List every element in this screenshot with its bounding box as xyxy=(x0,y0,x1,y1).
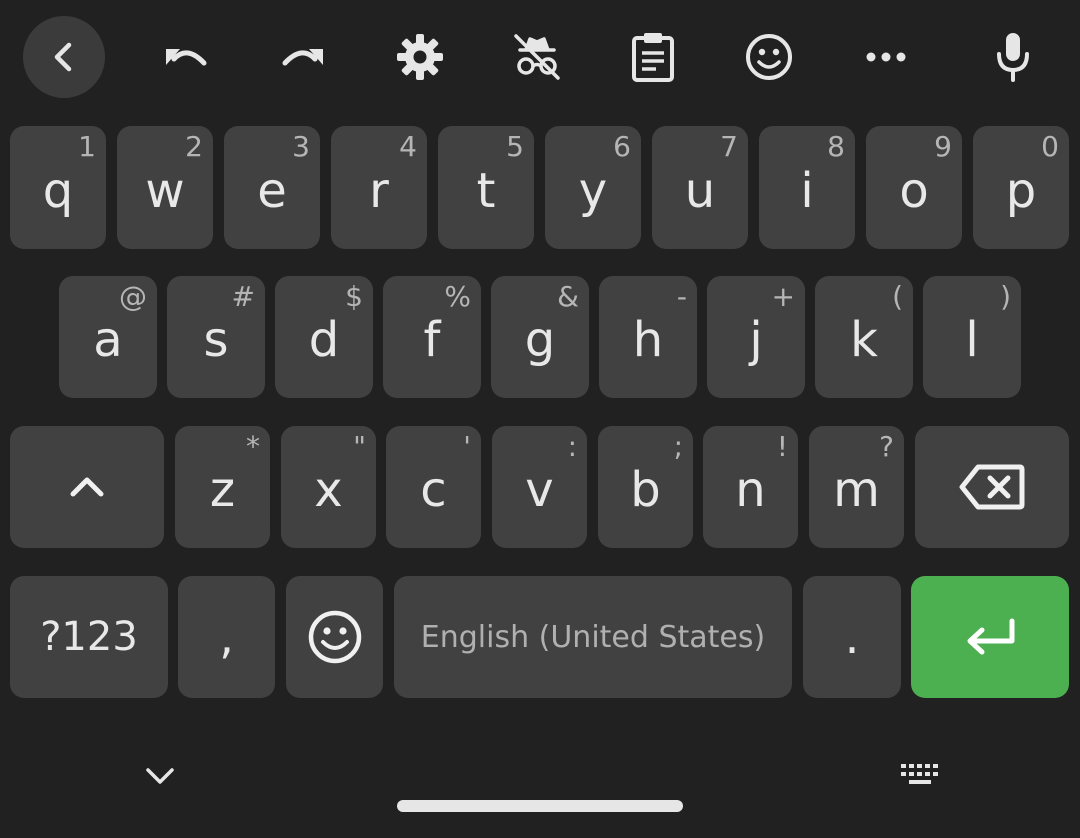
key-c[interactable]: ' c xyxy=(386,426,481,548)
key-w[interactable]: 2 w xyxy=(117,126,213,249)
key-label: g xyxy=(524,312,556,368)
backspace-key[interactable] xyxy=(915,426,1069,548)
keyboard-icon xyxy=(901,764,938,784)
key-label: p xyxy=(1005,162,1037,219)
key-label: k xyxy=(850,312,878,368)
microphone-icon xyxy=(997,33,1029,82)
voice-input-button[interactable] xyxy=(972,16,1054,98)
key-t[interactable]: 5 t xyxy=(438,126,534,249)
more-button[interactable] xyxy=(845,16,927,98)
more-icon xyxy=(866,52,906,62)
key-r[interactable]: 4 r xyxy=(331,126,427,249)
emoji-icon xyxy=(308,610,361,664)
switch-keyboard-button[interactable] xyxy=(890,748,952,804)
key-label: b xyxy=(630,462,661,518)
key-label: h xyxy=(632,312,664,368)
key-e[interactable]: 3 e xyxy=(224,126,320,249)
key-g[interactable]: & g xyxy=(491,276,589,398)
redo-icon xyxy=(282,49,323,66)
chevron-up-icon xyxy=(70,477,104,497)
gear-icon xyxy=(397,34,443,80)
key-b[interactable]: ; b xyxy=(598,426,693,548)
key-label: l xyxy=(965,312,979,368)
key-label: c xyxy=(420,462,447,518)
symbols-label: ?123 xyxy=(40,614,138,660)
key-label: i xyxy=(800,162,814,219)
enter-arrow-icon xyxy=(967,618,1015,655)
backspace-icon-wrap xyxy=(915,426,1069,548)
key-label: a xyxy=(93,312,123,368)
key-m[interactable]: ? m xyxy=(809,426,904,548)
key-p[interactable]: 0 p xyxy=(973,126,1069,249)
key-label: j xyxy=(749,312,763,368)
collapse-toolbar-button[interactable] xyxy=(23,16,105,98)
key-label: v xyxy=(525,462,554,518)
key-h[interactable]: - h xyxy=(599,276,697,398)
emoji-key-icon-wrap xyxy=(286,576,383,698)
key-v[interactable]: : v xyxy=(492,426,587,548)
backspace-icon xyxy=(959,464,1025,510)
back-arrow-icon xyxy=(54,42,72,72)
key-i[interactable]: 8 i xyxy=(759,126,855,249)
shift-key[interactable] xyxy=(10,426,164,548)
period-key[interactable]: . xyxy=(803,576,901,698)
emoji-key[interactable] xyxy=(286,576,383,698)
redo-button[interactable] xyxy=(261,16,343,98)
key-label: u xyxy=(684,162,716,219)
space-key[interactable]: English (United States) xyxy=(394,576,792,698)
key-y[interactable]: 6 y xyxy=(545,126,641,249)
emoji-toolbar-button[interactable] xyxy=(728,16,810,98)
key-u[interactable]: 7 u xyxy=(652,126,748,249)
key-label: f xyxy=(423,312,441,368)
key-k[interactable]: ( k xyxy=(815,276,913,398)
key-label: e xyxy=(257,162,287,219)
key-f[interactable]: % f xyxy=(383,276,481,398)
clipboard-icon xyxy=(632,33,674,82)
shift-icon-wrap xyxy=(10,426,164,548)
period-label: . xyxy=(844,610,860,664)
symbols-key[interactable]: ?123 xyxy=(10,576,168,698)
key-z[interactable]: * z xyxy=(175,426,270,548)
incognito-button[interactable] xyxy=(496,16,578,98)
enter-key[interactable] xyxy=(911,576,1069,698)
key-label: w xyxy=(145,162,185,219)
hide-keyboard-button[interactable] xyxy=(130,748,190,804)
key-j[interactable]: + j xyxy=(707,276,805,398)
chevron-down-icon xyxy=(146,768,174,784)
key-l[interactable]: ) l xyxy=(923,276,1021,398)
key-label: q xyxy=(42,162,74,219)
key-label: n xyxy=(735,462,766,518)
emoji-icon xyxy=(746,34,792,80)
incognito-off-icon xyxy=(514,34,560,80)
key-a[interactable]: @ a xyxy=(59,276,157,398)
enter-icon-wrap xyxy=(911,576,1069,698)
gesture-navigation-bar[interactable] xyxy=(397,800,683,812)
clipboard-button[interactable] xyxy=(612,16,694,98)
undo-button[interactable] xyxy=(146,16,228,98)
key-label: o xyxy=(899,162,929,219)
key-x[interactable]: " x xyxy=(281,426,376,548)
key-q[interactable]: 1 q xyxy=(10,126,106,249)
settings-button[interactable] xyxy=(379,16,461,98)
key-label: z xyxy=(209,462,236,518)
key-label: d xyxy=(308,312,340,368)
key-label: m xyxy=(833,462,880,518)
key-d[interactable]: $ d xyxy=(275,276,373,398)
key-label: y xyxy=(578,162,608,219)
key-label: x xyxy=(314,462,343,518)
comma-label: , xyxy=(219,610,234,664)
comma-key[interactable]: , xyxy=(178,576,275,698)
space-label: English (United States) xyxy=(420,619,766,655)
key-n[interactable]: ! n xyxy=(703,426,798,548)
undo-icon xyxy=(166,49,207,66)
key-label: t xyxy=(476,162,496,219)
keyboard: 1 q 2 w 3 e 4 r 5 t 6 y 7 u 8 i 9 o 0 p … xyxy=(0,0,1080,838)
key-label: s xyxy=(203,312,229,368)
key-s[interactable]: # s xyxy=(167,276,265,398)
key-label: r xyxy=(369,162,389,219)
key-o[interactable]: 9 o xyxy=(866,126,962,249)
